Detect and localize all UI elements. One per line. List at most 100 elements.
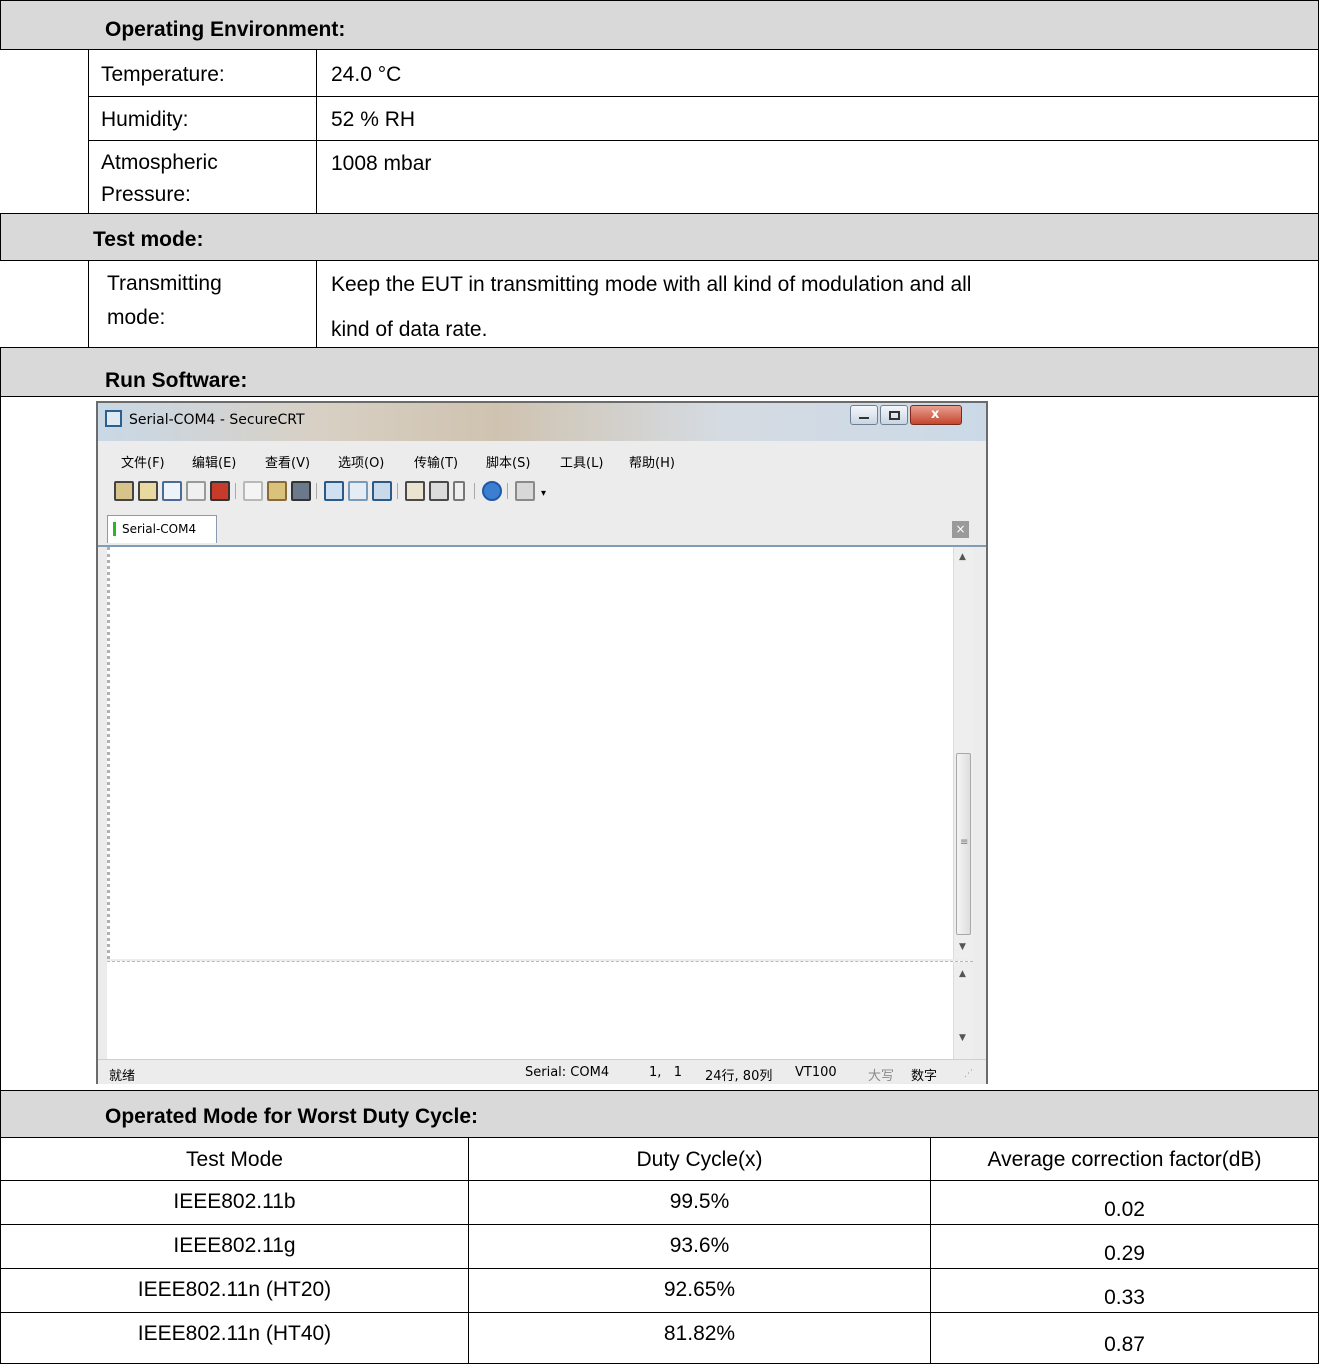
scroll-down-icon[interactable]: ▼ xyxy=(959,943,966,952)
menu-options[interactable]: 选项(O) xyxy=(338,452,384,471)
copy-icon[interactable] xyxy=(243,481,263,501)
cell-correction-factor: 0.02 xyxy=(1104,1198,1145,1221)
maximize-button[interactable] xyxy=(880,405,908,425)
status-size: 24行, 80列 xyxy=(705,1069,773,1084)
maximize-icon xyxy=(889,411,900,420)
cell-correction-factor: 0.87 xyxy=(1104,1333,1145,1356)
scrollbar-thumb[interactable]: ≡ xyxy=(956,753,971,935)
command-scrollbar[interactable]: ▲ ▼ xyxy=(953,962,973,1059)
keymap-icon[interactable] xyxy=(453,481,465,501)
env-header: Operating Environment: xyxy=(0,0,1319,50)
table-row-duty: 92.65% xyxy=(468,1268,931,1313)
table-row-mode: IEEE802.11g xyxy=(0,1224,469,1269)
minimize-icon xyxy=(859,417,869,419)
close-icon: x xyxy=(931,407,940,422)
toolbar-separator xyxy=(235,483,236,499)
table-row-factor: 0.29 xyxy=(930,1224,1319,1269)
status-num: 数字 xyxy=(911,1069,938,1084)
tab-label: Serial-COM4 xyxy=(122,522,197,536)
transmitting-value-line1: Keep the EUT in transmitting mode with a… xyxy=(331,273,972,296)
duty-col-header-mode: Test Mode xyxy=(0,1137,469,1181)
help-icon[interactable] xyxy=(482,481,502,501)
cell-test-mode: IEEE802.11n (HT20) xyxy=(137,1278,332,1301)
status-cursor: 1, 1 xyxy=(649,1065,683,1080)
scroll-down-icon[interactable]: ▼ xyxy=(959,1034,966,1043)
menu-edit[interactable]: 编辑(E) xyxy=(192,452,236,471)
pressure-value-cell: 1008 mbar xyxy=(316,140,1319,214)
humidity-label: Humidity: xyxy=(101,108,189,131)
test-mode-title: Test mode: xyxy=(93,228,204,251)
print-icon[interactable] xyxy=(324,481,344,501)
humidity-label-cell: Humidity: xyxy=(88,96,317,141)
tab-strip: Serial-COM4 × xyxy=(98,513,986,547)
terminal-scrollbar[interactable]: ▲ ≡ ▼ xyxy=(953,547,973,959)
resize-grip-icon[interactable]: ⋰ xyxy=(964,1070,973,1079)
test-mode-header: Test mode: xyxy=(0,213,1319,261)
table-row-factor: 0.87 xyxy=(930,1312,1319,1364)
cell-correction-factor: 0.29 xyxy=(1104,1242,1145,1265)
find-icon[interactable] xyxy=(291,481,311,501)
minimize-button[interactable] xyxy=(850,405,878,425)
menu-help[interactable]: 帮助(H) xyxy=(629,452,675,471)
toolbar-separator xyxy=(474,483,475,499)
thumb-grip-icon: ≡ xyxy=(960,837,969,848)
cell-duty-cycle: 81.82% xyxy=(663,1322,736,1345)
status-bar: 就绪 Serial: COM4 1, 1 24行, 80列 VT100 大写 数… xyxy=(98,1059,986,1084)
table-row-duty: 81.82% xyxy=(468,1312,931,1364)
transmitting-value-cell: Keep the EUT in transmitting mode with a… xyxy=(316,260,1319,348)
menu-bar: 文件(F) 编辑(E) 查看(V) 选项(O) 传输(T) 脚本(S) 工具(L… xyxy=(98,447,986,471)
connect-icon[interactable] xyxy=(114,481,134,501)
print-selection-icon[interactable] xyxy=(348,481,368,501)
col-header-test-mode: Test Mode xyxy=(186,1148,283,1171)
menu-transfer[interactable]: 传输(T) xyxy=(414,452,458,471)
humidity-value: 52 % RH xyxy=(331,108,416,131)
run-software-header: Run Software: xyxy=(0,347,1319,397)
col-header-correction-factor: Average correction factor(dB) xyxy=(987,1148,1262,1171)
menu-view[interactable]: 查看(V) xyxy=(265,452,310,471)
tab-close-icon[interactable]: × xyxy=(952,521,969,538)
temp-value: 24.0 °C xyxy=(331,63,402,86)
tab-serial-com4[interactable]: Serial-COM4 xyxy=(107,515,217,543)
status-caps: 大写 xyxy=(868,1069,895,1084)
toolbar: ▾ xyxy=(98,481,986,505)
scroll-up-icon[interactable]: ▲ xyxy=(959,970,966,979)
menu-tools[interactable]: 工具(L) xyxy=(560,452,603,471)
toolbar-overflow-icon[interactable]: ▾ xyxy=(541,489,546,499)
cell-test-mode: IEEE802.11n (HT40) xyxy=(137,1322,332,1345)
humidity-value-cell: 52 % RH xyxy=(316,96,1319,141)
table-row-duty: 93.6% xyxy=(468,1224,931,1269)
table-row-duty: 99.5% xyxy=(468,1180,931,1225)
session-options-icon[interactable] xyxy=(405,481,425,501)
printer-icon[interactable] xyxy=(372,481,392,501)
duty-title: Operated Mode for Worst Duty Cycle: xyxy=(105,1105,478,1128)
toolbar-separator xyxy=(397,483,398,499)
window-titlebar[interactable]: Serial-COM4 - SecureCRT x xyxy=(98,403,986,441)
pressure-label-line1: Atmospheric xyxy=(101,151,218,174)
connect-tab-icon[interactable] xyxy=(162,481,182,501)
scroll-up-icon[interactable]: ▲ xyxy=(959,553,966,562)
global-options-icon[interactable] xyxy=(429,481,449,501)
cell-test-mode: IEEE802.11g xyxy=(173,1234,296,1257)
cell-duty-cycle: 92.65% xyxy=(663,1278,736,1301)
disconnect-icon[interactable] xyxy=(210,481,230,501)
reconnect-icon[interactable] xyxy=(186,481,206,501)
pressure-label-line2: Pressure: xyxy=(101,183,191,206)
cell-correction-factor: 0.33 xyxy=(1104,1286,1145,1309)
col-header-duty-cycle: Duty Cycle(x) xyxy=(636,1148,763,1171)
quick-connect-icon[interactable] xyxy=(138,481,158,501)
menu-file[interactable]: 文件(F) xyxy=(121,452,165,471)
paste-icon[interactable] xyxy=(267,481,287,501)
cell-duty-cycle: 99.5% xyxy=(669,1190,730,1213)
close-button[interactable]: x xyxy=(910,405,962,425)
command-window[interactable]: ▲ ▼ xyxy=(107,961,973,1059)
pressure-label-cell: Atmospheric Pressure: xyxy=(88,140,317,214)
status-ready: 就绪 xyxy=(109,1069,136,1084)
menu-script[interactable]: 脚本(S) xyxy=(486,452,530,471)
pressure-value: 1008 mbar xyxy=(331,152,432,175)
env-title: Operating Environment: xyxy=(105,18,346,41)
temp-value-cell: 24.0 °C xyxy=(316,49,1319,97)
terminal-area[interactable]: ▲ ≡ ▼ xyxy=(107,547,973,959)
sftp-icon[interactable] xyxy=(515,481,535,501)
duty-header: Operated Mode for Worst Duty Cycle: xyxy=(0,1090,1319,1138)
status-connection: Serial: COM4 xyxy=(525,1065,610,1080)
